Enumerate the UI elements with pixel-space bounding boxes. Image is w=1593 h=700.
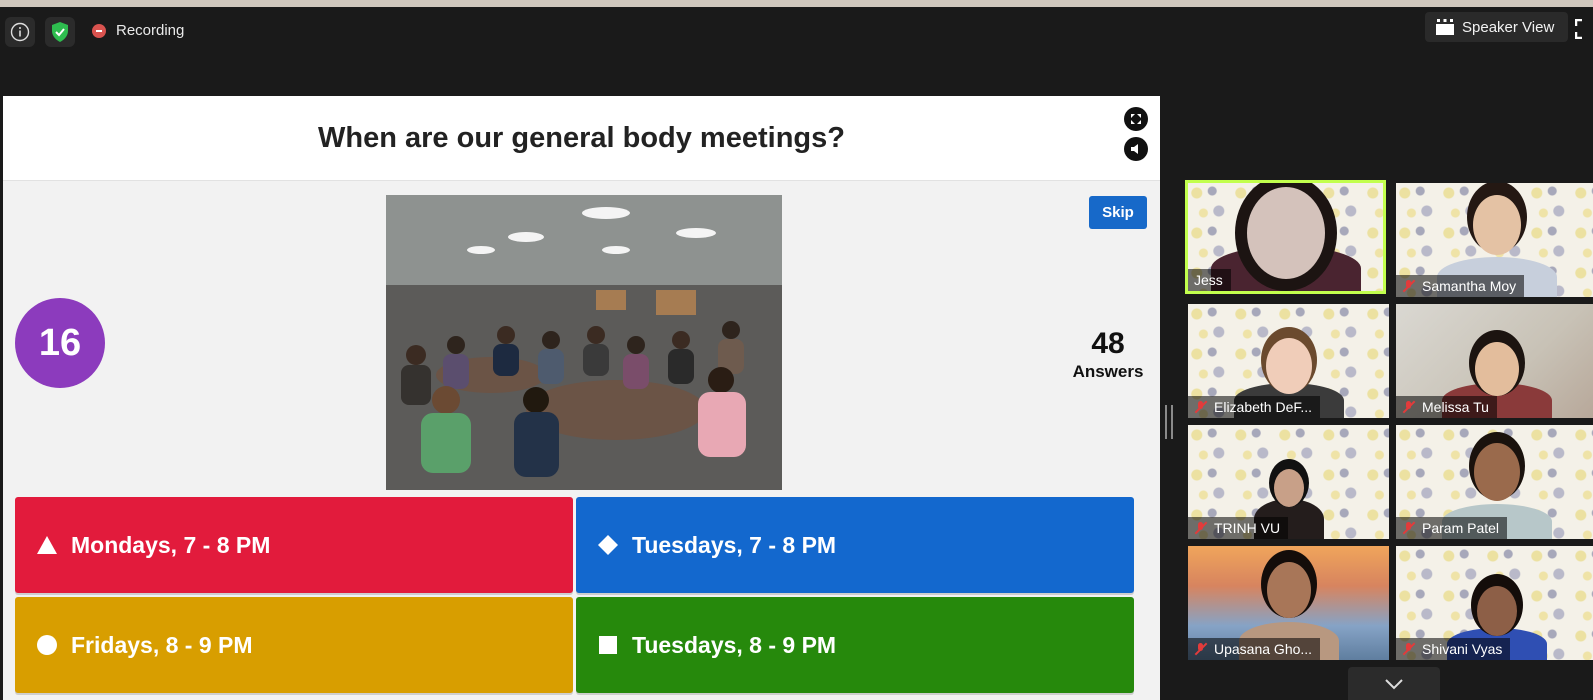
square-icon bbox=[596, 633, 620, 657]
info-icon bbox=[10, 22, 30, 42]
answers-count: 48 bbox=[1091, 327, 1125, 360]
participant-name-tag: Melissa Tu bbox=[1396, 396, 1497, 418]
classroom-photo bbox=[386, 195, 782, 490]
participant-name-tag: Samantha Moy bbox=[1396, 275, 1525, 297]
participant-tile-param[interactable]: Param Patel bbox=[1396, 425, 1593, 539]
recording-indicator[interactable]: Recording bbox=[92, 22, 184, 39]
window-top-edge bbox=[0, 0, 1593, 7]
skip-button[interactable]: Skip bbox=[1089, 196, 1147, 229]
circle-icon bbox=[35, 633, 59, 657]
mic-muted-icon bbox=[1402, 521, 1416, 535]
chevron-down-icon bbox=[1385, 678, 1403, 689]
meeting-top-bar: Recording Speaker View bbox=[0, 7, 1593, 57]
shield-check-icon bbox=[52, 22, 68, 42]
participant-tile-shivani[interactable]: Shivani Vyas bbox=[1396, 546, 1593, 660]
show-more-participants-button[interactable] bbox=[1348, 667, 1440, 700]
speaker-view-label: Speaker View bbox=[1462, 18, 1555, 36]
participant-name-tag: Elizabeth DeF... bbox=[1188, 396, 1321, 418]
participant-tile-upasana[interactable]: Upasana Gho... bbox=[1188, 546, 1389, 660]
participant-name-tag: Shivani Vyas bbox=[1396, 638, 1511, 660]
mic-muted-icon bbox=[1194, 400, 1208, 414]
answer-option-3[interactable]: Fridays, 8 - 9 PM bbox=[15, 597, 573, 693]
mic-muted-icon bbox=[1402, 279, 1416, 293]
answer-label: Mondays, 7 - 8 PM bbox=[71, 531, 271, 558]
mic-muted-icon bbox=[1194, 521, 1208, 535]
expand-icon bbox=[1131, 114, 1141, 124]
participant-name-tag: TRINH VU bbox=[1188, 517, 1289, 539]
mic-muted-icon bbox=[1402, 400, 1416, 414]
mic-muted-icon bbox=[1194, 642, 1208, 656]
fullscreen-icon[interactable] bbox=[1575, 19, 1593, 39]
answer-option-4[interactable]: Tuesdays, 8 - 9 PM bbox=[576, 597, 1134, 693]
participant-name-tag: Jess bbox=[1188, 269, 1231, 291]
expand-button[interactable] bbox=[1124, 107, 1148, 131]
participant-name-tag: Param Patel bbox=[1396, 517, 1508, 539]
diamond-icon bbox=[596, 533, 620, 557]
mic-muted-icon bbox=[1402, 642, 1416, 656]
participant-tile-melissa[interactable]: Melissa Tu bbox=[1396, 304, 1593, 418]
answer-option-1[interactable]: Mondays, 7 - 8 PM bbox=[15, 497, 573, 593]
answer-label: Fridays, 8 - 9 PM bbox=[71, 631, 253, 658]
question-header: When are our general body meetings? bbox=[3, 96, 1160, 181]
answer-option-2[interactable]: Tuesdays, 7 - 8 PM bbox=[576, 497, 1134, 593]
answer-label: Tuesdays, 8 - 9 PM bbox=[632, 631, 837, 658]
question-text: When are our general body meetings? bbox=[318, 121, 845, 154]
meeting-info-button[interactable] bbox=[5, 17, 35, 47]
volume-button[interactable] bbox=[1124, 137, 1148, 161]
participant-tile-samantha[interactable]: Samantha Moy bbox=[1396, 183, 1593, 297]
speaker-view-button[interactable]: Speaker View bbox=[1425, 12, 1569, 42]
participant-tile-trinh[interactable]: TRINH VU bbox=[1188, 425, 1389, 539]
security-button[interactable] bbox=[45, 17, 75, 47]
shared-screen: When are our general body meetings? Skip… bbox=[3, 96, 1160, 700]
answer-label: Tuesdays, 7 - 8 PM bbox=[632, 531, 837, 558]
grid-view-icon bbox=[1436, 19, 1454, 35]
recording-icon bbox=[92, 23, 106, 38]
recording-label: Recording bbox=[116, 22, 185, 39]
participant-name-tag: Upasana Gho... bbox=[1188, 638, 1321, 660]
countdown-timer: 16 bbox=[15, 298, 105, 388]
triangle-icon bbox=[35, 533, 59, 557]
answers-label: Answers bbox=[1072, 362, 1144, 381]
question-image bbox=[386, 195, 782, 490]
participant-tile-elizabeth[interactable]: Elizabeth DeF... bbox=[1188, 304, 1389, 418]
speaker-icon bbox=[1131, 144, 1138, 154]
panel-resize-handle[interactable] bbox=[1165, 405, 1173, 439]
participant-tile-jess[interactable]: Jess bbox=[1185, 180, 1386, 294]
